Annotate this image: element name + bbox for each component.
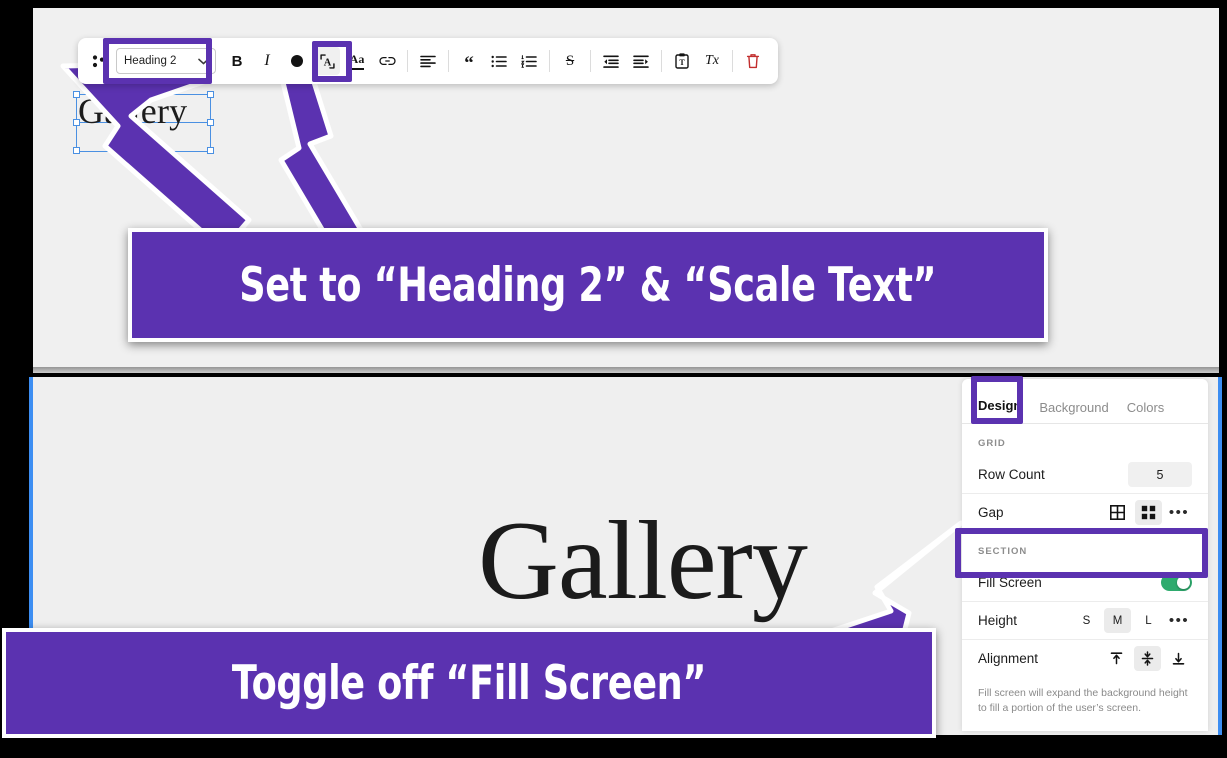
indent-icon[interactable] bbox=[628, 47, 654, 75]
selection-handle-mr[interactable] bbox=[207, 119, 214, 126]
strikethrough-label: S bbox=[565, 52, 575, 69]
gap-small-icon[interactable] bbox=[1104, 500, 1131, 525]
bold-label: B bbox=[231, 52, 243, 70]
editor-heading-text[interactable]: Gallery bbox=[78, 93, 187, 129]
height-option-s[interactable]: S bbox=[1073, 608, 1100, 633]
toolbar-separator-4 bbox=[590, 50, 591, 72]
gap-controls: ••• bbox=[1104, 500, 1192, 525]
fill-screen-help-text: Fill screen will expand the background h… bbox=[978, 687, 1188, 715]
toolbar-separator-1 bbox=[407, 50, 408, 72]
height-option-l[interactable]: L bbox=[1135, 608, 1162, 633]
group-title-grid: GRID bbox=[978, 438, 1006, 449]
outdent-icon[interactable] bbox=[598, 47, 624, 75]
italic-icon[interactable]: I bbox=[254, 47, 280, 75]
tab-background[interactable]: Background bbox=[1039, 400, 1108, 423]
selection-handle-br[interactable] bbox=[207, 147, 214, 154]
strikethrough-icon[interactable]: S bbox=[557, 47, 583, 75]
clear-format-icon[interactable]: Tx bbox=[699, 47, 725, 75]
height-overflow-icon[interactable]: ••• bbox=[1166, 608, 1192, 633]
highlight-design-tab bbox=[971, 376, 1023, 424]
toolbar-separator-3 bbox=[549, 50, 550, 72]
clipboard-icon[interactable]: T bbox=[669, 47, 695, 75]
bold-icon[interactable]: B bbox=[224, 47, 250, 75]
preview-right-accent-rule bbox=[1218, 377, 1222, 735]
row-row-count: Row Count 5 bbox=[962, 456, 1208, 494]
height-label: Height bbox=[978, 613, 1018, 628]
selection-handle-tr[interactable] bbox=[207, 91, 214, 98]
row-count-value[interactable]: 5 bbox=[1128, 462, 1192, 487]
align-top-icon[interactable] bbox=[1103, 646, 1130, 671]
quote-icon[interactable]: “ bbox=[456, 45, 482, 78]
align-middle-icon[interactable] bbox=[1134, 646, 1161, 671]
height-option-m[interactable]: M bbox=[1104, 608, 1131, 633]
alignment-label: Alignment bbox=[978, 651, 1039, 666]
bulleted-list-icon[interactable] bbox=[486, 47, 512, 75]
callout-heading-scale: Set to “Heading 2” & “Scale Text” bbox=[128, 228, 1048, 342]
callout-fill-screen: Toggle off “Fill Screen” bbox=[2, 628, 936, 738]
highlight-block-type-select bbox=[103, 38, 212, 84]
row-gap: Gap ••• bbox=[962, 494, 1208, 532]
toolbar-separator-2 bbox=[448, 50, 449, 72]
preview-heading-text[interactable]: Gallery bbox=[478, 505, 808, 617]
highlight-fill-screen-row bbox=[955, 528, 1208, 578]
height-controls: S M L ••• bbox=[1073, 608, 1192, 633]
align-bottom-icon[interactable] bbox=[1165, 646, 1192, 671]
color-dot-icon[interactable] bbox=[284, 47, 310, 75]
tab-colors[interactable]: Colors bbox=[1127, 400, 1165, 423]
align-left-icon[interactable] bbox=[415, 47, 441, 75]
gap-label: Gap bbox=[978, 505, 1004, 520]
highlight-scale-text-button bbox=[312, 41, 352, 82]
callout-fill-screen-text: Toggle off “Fill Screen” bbox=[231, 655, 707, 711]
screenshot-root: Gallery Heading 2 B I A Aa “ S T Tx Gall… bbox=[0, 0, 1227, 758]
toolbar-separator-6 bbox=[732, 50, 733, 72]
group-title-styling: STYLING bbox=[962, 716, 1208, 731]
gap-large-icon[interactable] bbox=[1135, 500, 1162, 525]
gap-overflow-icon[interactable]: ••• bbox=[1166, 500, 1192, 525]
numbered-list-icon[interactable] bbox=[516, 47, 542, 75]
alignment-controls bbox=[1103, 646, 1192, 671]
selection-handle-bl[interactable] bbox=[73, 147, 80, 154]
row-count-label: Row Count bbox=[978, 467, 1045, 482]
link-icon[interactable] bbox=[374, 47, 400, 75]
row-alignment: Alignment bbox=[962, 640, 1208, 677]
clear-format-label: Tx bbox=[705, 53, 719, 68]
italic-label: I bbox=[264, 52, 270, 69]
row-height: Height S M L ••• bbox=[962, 602, 1208, 640]
toolbar-separator-5 bbox=[661, 50, 662, 72]
callout-heading-scale-text: Set to “Heading 2” & “Scale Text” bbox=[239, 257, 937, 313]
trash-icon[interactable] bbox=[740, 47, 766, 75]
svg-text:T: T bbox=[679, 58, 685, 67]
